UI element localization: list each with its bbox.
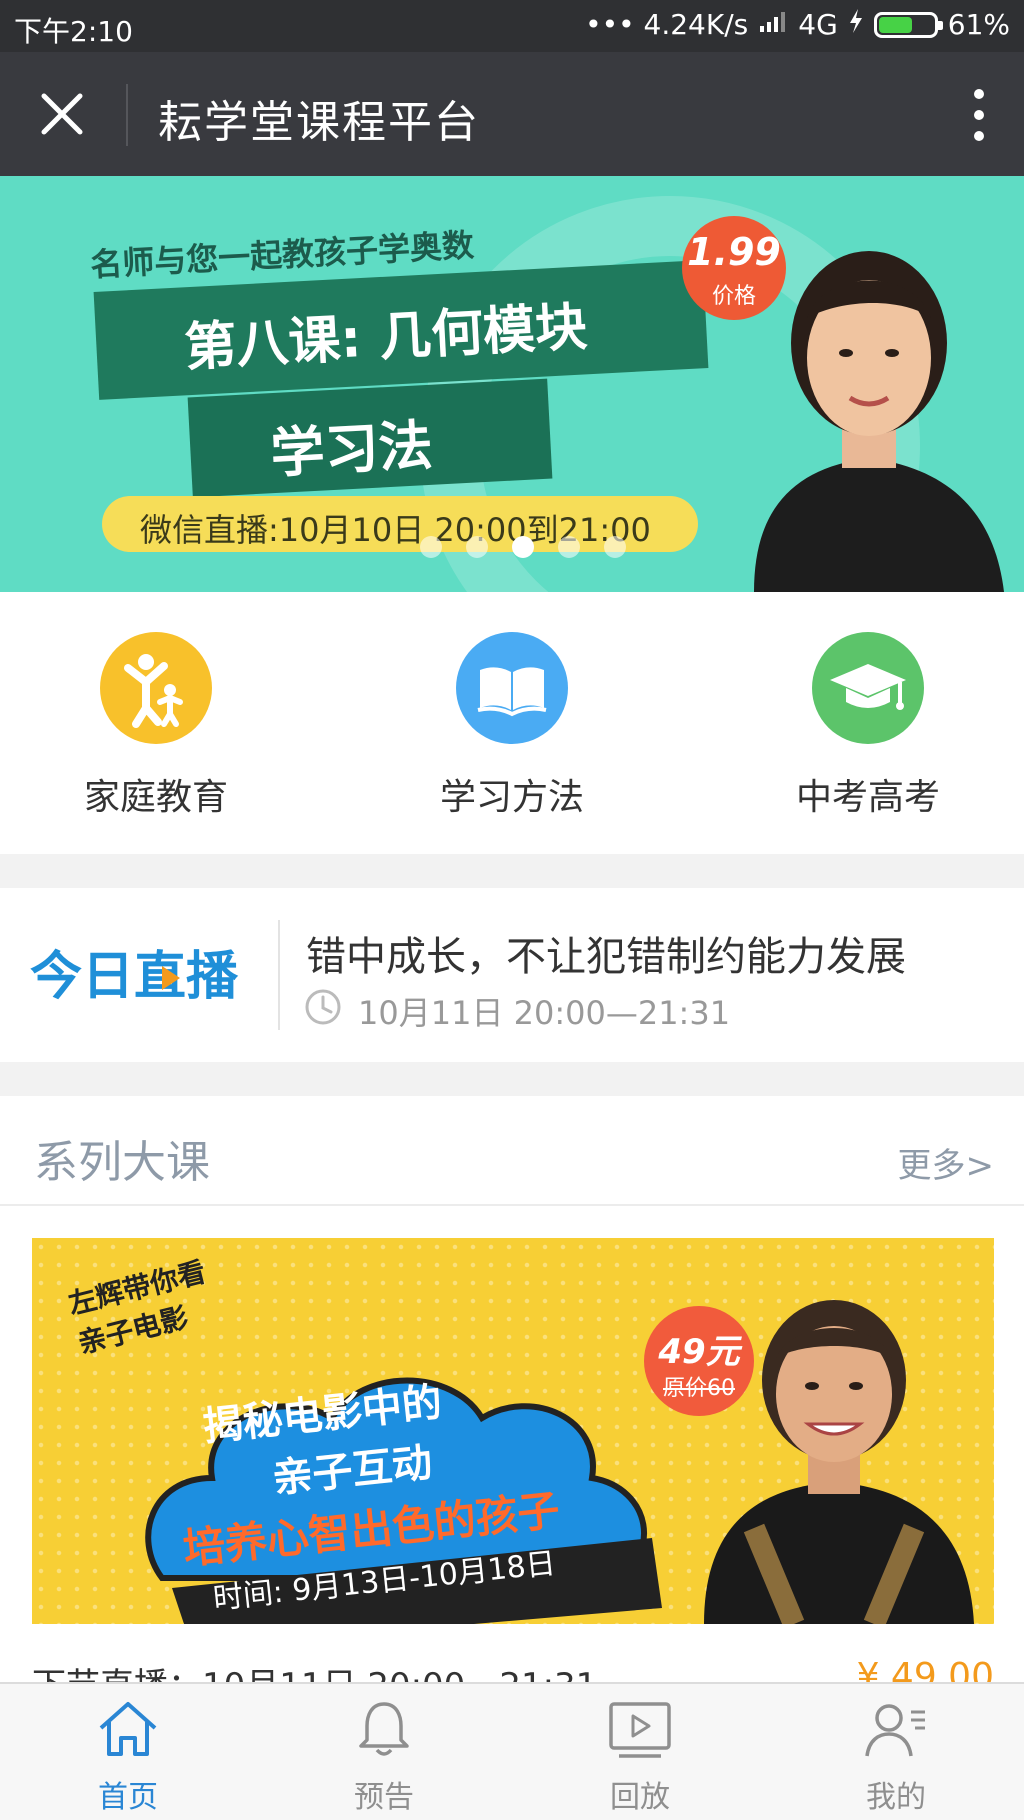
live-title: 错中成长，不让犯错制约能力发展 (306, 934, 906, 980)
category-label: 中考高考 (795, 777, 940, 818)
pagination-dot[interactable] (466, 536, 488, 558)
category-label: 学习方法 (439, 777, 584, 818)
title-bar: 耘学堂课程平台 (0, 52, 1024, 176)
bell-icon (359, 1702, 409, 1756)
live-logo-text: 今日直播 (30, 947, 239, 1007)
banner-heading-line2: 学习法 (269, 413, 435, 486)
section-gap (0, 1062, 1024, 1096)
graduation-cap-icon (812, 632, 924, 744)
series-more-link[interactable]: 更多> (898, 1138, 995, 1187)
home-icon (99, 1702, 157, 1756)
close-icon[interactable] (30, 82, 94, 146)
tab-replay[interactable]: 回放 (560, 1698, 720, 1816)
host-photo (704, 1300, 974, 1624)
charging-icon (848, 8, 864, 41)
tab-mine[interactable]: 我的 (816, 1698, 976, 1816)
category-label: 家庭教育 (83, 777, 228, 818)
status-time: 下午2:10 (14, 15, 133, 48)
battery-icon (873, 11, 943, 38)
page-title: 耘学堂课程平台 (158, 97, 480, 148)
series-header: 系列大课 更多> (0, 1096, 1024, 1206)
promo-banner[interactable]: 名师与您一起教孩子学奥数 第八课: 几何模块 学习法 微信直播:10月10日 2… (0, 176, 1024, 592)
category-row: 家庭教育 学习方法 中考高考 (0, 592, 1024, 854)
network-speed: ••• 4.24K/s (585, 8, 749, 41)
book-icon (456, 632, 568, 744)
signal-icon (758, 8, 788, 41)
live-today-logo: 今日直播 (30, 947, 239, 1007)
tab-label: 预告 (354, 1780, 414, 1815)
live-time: 10月11日 20:00—21:31 (358, 994, 731, 1032)
pagination-dot[interactable] (420, 536, 442, 558)
category-family-education[interactable]: 家庭教育 (46, 632, 266, 820)
user-icon (865, 1704, 925, 1757)
series-title: 系列大课 (34, 1137, 210, 1188)
pagination-dot[interactable] (604, 536, 626, 558)
title-divider (126, 84, 128, 146)
teacher-photo (754, 251, 1004, 592)
more-icon[interactable] (964, 82, 994, 148)
tab-label: 回放 (610, 1780, 670, 1815)
family-icon (100, 632, 212, 744)
live-today[interactable]: 今日直播 错中成长，不让犯错制约能力发展 10月11日 20:00—21:31 (0, 888, 1024, 1062)
tab-preview[interactable]: 预告 (304, 1698, 464, 1816)
tab-label: 首页 (98, 1780, 158, 1815)
battery-percent: 61% (947, 8, 1010, 41)
banner-pagination (420, 536, 626, 558)
tab-label: 我的 (866, 1780, 926, 1815)
tab-home[interactable]: 首页 (48, 1698, 208, 1816)
pagination-dot[interactable] (512, 536, 534, 558)
play-icon (609, 1702, 671, 1758)
section-gap (0, 854, 1024, 888)
course-card[interactable]: 左辉带你看 亲子电影 揭秘电影中的 亲子互动 培养心智出色的孩子 时间: 9月1… (32, 1238, 994, 1624)
live-divider (278, 920, 280, 1030)
clock-icon (305, 989, 341, 1025)
status-right: ••• 4.24K/s 4G 61% (585, 8, 1010, 41)
status-bar: 下午2:10 ••• 4.24K/s 4G 61% (0, 0, 1024, 52)
network-type: 4G (798, 8, 838, 41)
category-exams[interactable]: 中考高考 (758, 632, 978, 820)
category-study-methods[interactable]: 学习方法 (402, 632, 622, 820)
pagination-dot[interactable] (558, 536, 580, 558)
bottom-tab-bar: 首页 预告 回放 我的 (0, 1682, 1024, 1820)
banner-heading-line1: 第八课: 几何模块 (183, 297, 589, 379)
banner-subheading-ribbon: 学习法 (187, 378, 553, 498)
